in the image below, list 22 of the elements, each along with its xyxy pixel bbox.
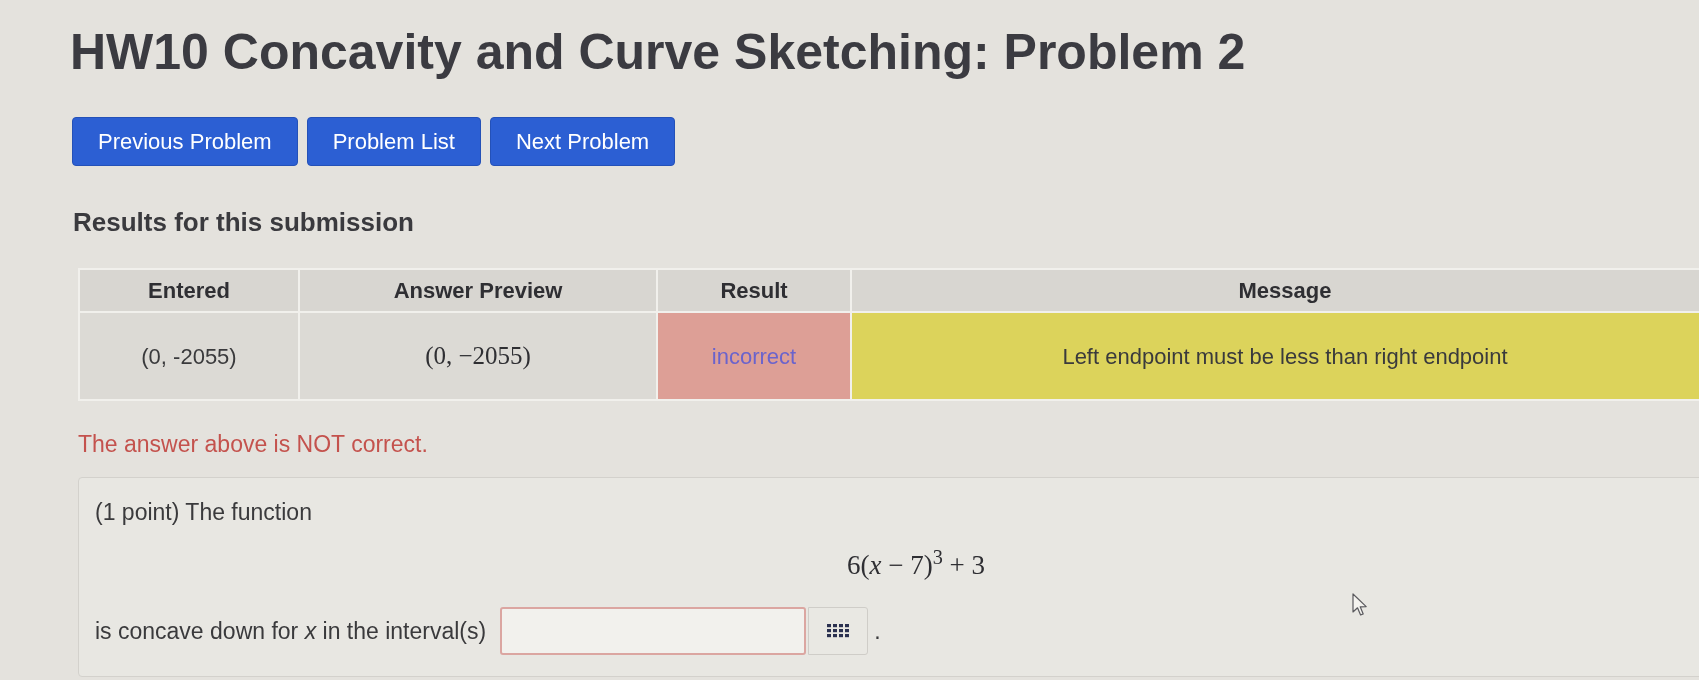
grid-button[interactable] bbox=[808, 607, 869, 655]
answer-field[interactable] bbox=[500, 607, 807, 655]
nav-button[interactable]: Problem List bbox=[306, 117, 481, 166]
cursor-icon bbox=[1352, 593, 1368, 617]
result-cell: incorrect bbox=[657, 312, 851, 400]
nav-button[interactable]: Next Problem bbox=[489, 117, 676, 166]
function-formula: 6(x − 7)$^{3}$ + 3 bbox=[846, 552, 986, 579]
message-cell: Left endpoint must be less than right endpoint bbox=[851, 312, 1699, 400]
column-header: Answer Preview bbox=[299, 269, 657, 312]
column-header: Entered bbox=[79, 269, 299, 312]
column-header: Result bbox=[657, 269, 851, 312]
page-title: HW10 Concavity and Curve Sketching: Problem 2 bbox=[70, 27, 1246, 77]
table-cell: (0, -2055) bbox=[79, 312, 299, 400]
results-heading: Results for this submission bbox=[73, 209, 414, 235]
question-prompt: is concave down for x in the interval(s) bbox=[95, 619, 487, 643]
nav-button[interactable]: Previous Problem bbox=[72, 117, 298, 166]
answer-preview-cell: (0, −2055) bbox=[299, 312, 657, 400]
status-message: The answer above is NOT correct. bbox=[78, 433, 428, 456]
grid-icon bbox=[827, 624, 850, 638]
problem-intro: (1 point) The function bbox=[95, 501, 312, 524]
period-text: . bbox=[874, 619, 881, 643]
column-header: Message bbox=[851, 269, 1699, 312]
